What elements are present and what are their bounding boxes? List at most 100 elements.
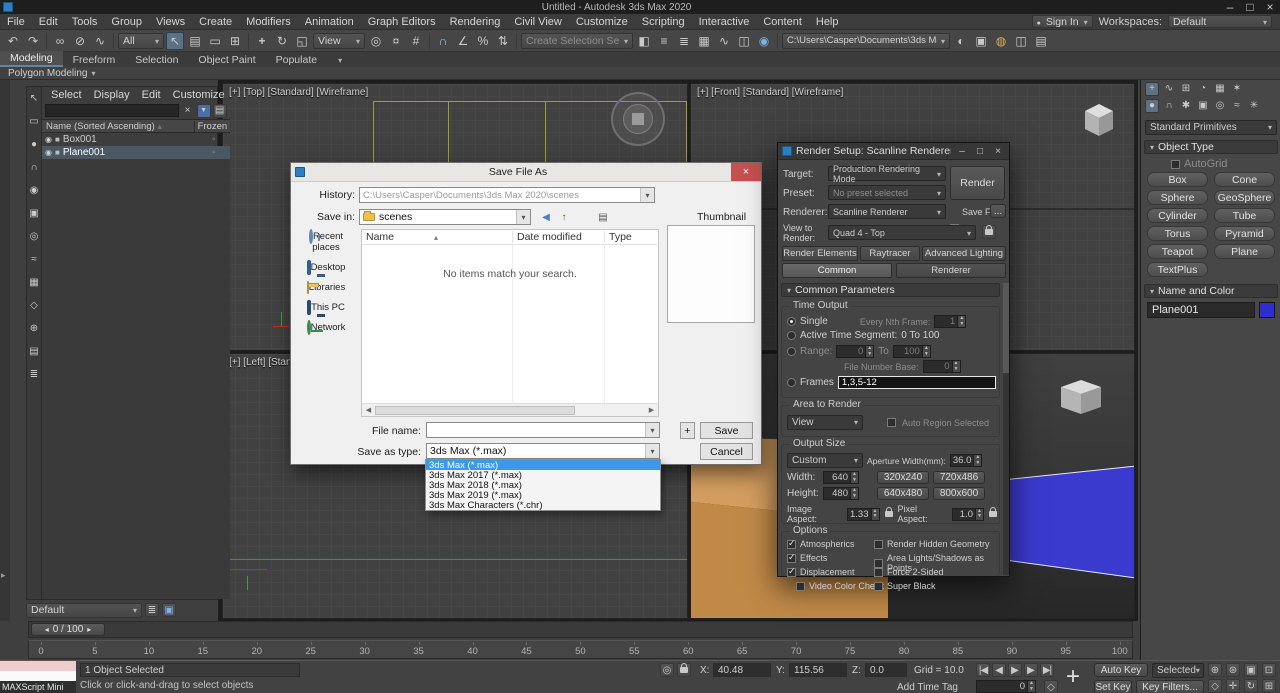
se-display-xrefs-icon[interactable] xyxy=(27,275,41,289)
column-header-type[interactable]: Type xyxy=(604,231,658,243)
save-in-dropdown[interactable]: scenes xyxy=(359,209,531,225)
range-from-spinner[interactable]: 0▲▼ xyxy=(836,345,874,358)
maxscript-output-line[interactable] xyxy=(0,671,76,681)
type-option[interactable]: 3ds Max (*.max) xyxy=(426,460,660,470)
scrollbar-track[interactable] xyxy=(1003,283,1009,575)
lights-category-icon[interactable] xyxy=(1179,99,1193,113)
force-2-sided-checkbox[interactable] xyxy=(874,568,883,577)
se-display-materials-icon[interactable] xyxy=(27,344,41,358)
viewport-top-label[interactable]: [+] [Top] [Standard] [Wireframe] xyxy=(229,87,368,98)
up-one-level-icon[interactable] xyxy=(557,210,571,224)
material-editor-icon[interactable] xyxy=(755,32,773,50)
super-black-checkbox[interactable] xyxy=(874,582,883,591)
rectangular-region-icon[interactable] xyxy=(206,32,224,50)
width-spinner[interactable]: 640▲▼ xyxy=(823,471,859,484)
reference-coordinate-dropdown[interactable]: View xyxy=(313,33,365,49)
selection-set-dropdown[interactable]: Selected xyxy=(1152,663,1204,678)
hierarchy-tab-icon[interactable] xyxy=(1179,82,1193,96)
pan-icon[interactable] xyxy=(1226,679,1240,693)
lock-selection-icon[interactable] xyxy=(677,663,691,677)
ribbon-tab-selection[interactable]: Selection xyxy=(125,53,188,67)
tab-advanced-lighting[interactable]: Advanced Lighting xyxy=(922,246,1006,261)
minimize-icon[interactable] xyxy=(1220,1,1240,14)
aperture-spinner[interactable]: 36.0▲▼ xyxy=(950,454,983,467)
isolate-selection-icon[interactable] xyxy=(660,663,674,677)
column-header-name[interactable]: Name xyxy=(362,231,512,243)
current-frame-spinner[interactable]: 0 ▲▼ xyxy=(976,680,1036,693)
cameras-category-icon[interactable] xyxy=(1196,99,1210,113)
select-manipulate-icon[interactable] xyxy=(387,32,405,50)
type-option[interactable]: 3ds Max 2018 (*.max) xyxy=(426,480,660,490)
effects-checkbox[interactable] xyxy=(787,554,796,563)
place-desktop[interactable]: Desktop xyxy=(297,262,355,273)
file-name-input[interactable] xyxy=(426,422,660,438)
zoom-all-icon[interactable] xyxy=(1226,663,1240,677)
search-input[interactable] xyxy=(45,104,179,117)
visibility-icon[interactable] xyxy=(45,135,52,144)
save-button[interactable]: Save xyxy=(700,422,753,439)
object-name-field[interactable]: Plane001 xyxy=(1147,302,1255,318)
range-to-spinner[interactable]: 100▲▼ xyxy=(893,345,931,358)
play-button[interactable] xyxy=(1008,663,1022,677)
redo-icon[interactable] xyxy=(24,32,42,50)
field-of-view-icon[interactable] xyxy=(1208,679,1222,693)
systems-category-icon[interactable] xyxy=(1247,99,1261,113)
se-display-geometry-icon[interactable] xyxy=(27,114,41,128)
menu-item[interactable]: Interactive xyxy=(692,16,757,28)
preset-800x600-button[interactable]: 800x600 xyxy=(933,487,985,500)
shapes-category-icon[interactable] xyxy=(1162,99,1176,113)
se-select-icon[interactable] xyxy=(27,91,41,105)
ribbon-minimize-icon[interactable] xyxy=(333,53,347,67)
se-menu-customize[interactable]: Customize xyxy=(168,89,230,101)
menu-item[interactable]: Help xyxy=(809,16,846,28)
object-type-button[interactable]: Pyramid xyxy=(1214,226,1275,241)
active-segment-radio[interactable] xyxy=(787,331,796,340)
render-production-icon[interactable] xyxy=(992,32,1010,50)
object-name[interactable]: Plane001 xyxy=(63,147,105,158)
utilities-tab-icon[interactable] xyxy=(1230,82,1244,96)
table-row[interactable]: Box001 xyxy=(42,133,230,146)
selection-filter-dropdown[interactable]: All xyxy=(118,33,164,49)
undo-icon[interactable] xyxy=(4,32,22,50)
place-libraries[interactable]: Libraries xyxy=(297,282,355,293)
tab-render-elements[interactable]: Render Elements xyxy=(782,246,858,261)
se-display-lights-icon[interactable] xyxy=(27,160,41,174)
name-color-rollout[interactable]: Name and Color xyxy=(1144,284,1278,298)
view-menu-icon[interactable] xyxy=(596,210,610,224)
set-key-button[interactable]: Set Key xyxy=(1094,680,1132,693)
tab-common[interactable]: Common xyxy=(782,263,892,278)
explorer-preset-dropdown[interactable]: Default xyxy=(26,603,142,618)
frames-radio[interactable] xyxy=(787,378,796,387)
object-color-swatch[interactable] xyxy=(1259,302,1275,318)
se-display-shapes-icon[interactable] xyxy=(27,137,41,151)
menu-item[interactable]: Civil View xyxy=(507,16,568,28)
pixel-aspect-spinner[interactable]: 1.0▲▼ xyxy=(952,508,984,521)
helpers-category-icon[interactable] xyxy=(1213,99,1227,113)
object-type-button[interactable]: Plane xyxy=(1214,244,1275,259)
key-filters-button[interactable]: Key Filters... xyxy=(1136,680,1204,693)
spinner-snap-icon[interactable] xyxy=(494,32,512,50)
se-menu-edit[interactable]: Edit xyxy=(137,89,166,101)
maxscript-input-line[interactable] xyxy=(0,661,76,671)
auto-region-checkbox[interactable] xyxy=(887,418,896,427)
bind-to-spacewarp-icon[interactable] xyxy=(91,32,109,50)
se-display-containers-icon[interactable] xyxy=(27,321,41,335)
object-type-button[interactable]: Cone xyxy=(1214,172,1275,187)
object-type-button[interactable]: Box xyxy=(1147,172,1208,187)
render-button[interactable]: Render xyxy=(950,166,1005,200)
close-icon[interactable] xyxy=(1260,1,1280,14)
geometry-category-icon[interactable] xyxy=(1145,99,1159,113)
add-time-tag[interactable]: Add Time Tag xyxy=(897,682,958,693)
type-option[interactable]: 3ds Max 2017 (*.max) xyxy=(426,470,660,480)
render-dialog-titlebar[interactable]: Render Setup: Scanline Renderer xyxy=(778,143,1009,160)
maximize-viewport-toggle-icon[interactable] xyxy=(1262,679,1276,693)
menu-item[interactable]: Create xyxy=(192,16,239,28)
object-type-button[interactable]: GeoSphere xyxy=(1214,190,1275,205)
add-key-icon[interactable] xyxy=(1066,663,1080,691)
se-display-helpers-icon[interactable] xyxy=(27,206,41,220)
frozen-toggle-icon[interactable] xyxy=(212,134,216,145)
maxscript-mini-label[interactable]: MAXScript Mini xyxy=(0,681,76,693)
menu-item[interactable]: Modifiers xyxy=(239,16,298,28)
horizontal-scrollbar[interactable]: ◀ ▶ xyxy=(362,403,658,416)
common-parameters-rollout[interactable]: Common Parameters xyxy=(781,283,1000,297)
